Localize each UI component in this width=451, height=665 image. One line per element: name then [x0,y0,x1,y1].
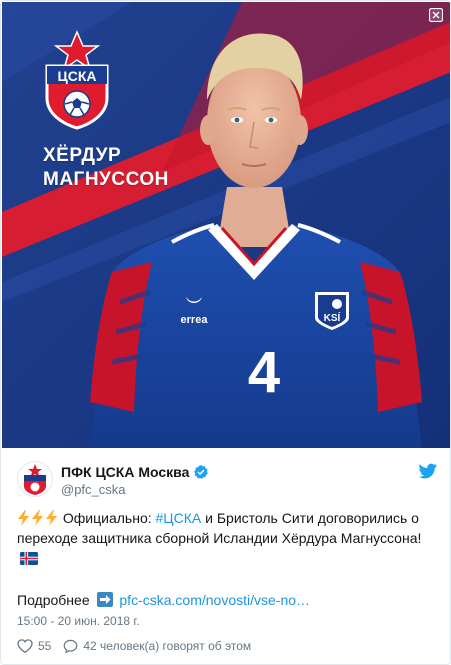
more-label: Подробнее [17,592,90,608]
like-button[interactable]: 55 [17,639,51,653]
svg-text:errea: errea [181,314,209,326]
heart-icon [17,639,33,653]
player-last-name: МАГНУССОН [43,169,169,190]
expand-icon[interactable] [429,8,443,22]
player-first-name: ХЁРДУР [43,145,122,166]
zap-icon [18,510,29,526]
twitter-bird-icon[interactable] [419,463,437,479]
right-arrow-icon [96,592,113,607]
more-info-line: Подробнее pfc-cska.com/novosti/vse-no… [17,591,310,609]
transfer-announcement-graphic: errea KSÍ 4 ЦСКА [2,2,450,448]
article-link[interactable]: pfc-cska.com/novosti/vse-no… [119,592,310,608]
avatar[interactable] [17,461,53,497]
like-count: 55 [38,639,52,653]
tweet-media-image[interactable]: errea KSÍ 4 ЦСКА ХЁРДУР МАГНУССОН [2,2,450,448]
verified-icon [194,465,209,479]
author-name[interactable]: ПФК ЦСКА Москва [61,464,209,480]
tweet-card: errea KSÍ 4 ЦСКА ХЁРДУР МАГНУССОН ПФК ЦС… [0,0,451,665]
tweet-actions: 55 42 человек(а) говорят об этом [17,637,263,655]
hashtag-link[interactable]: #ЦСКА [156,510,202,526]
iceland-flag-icon [20,552,38,565]
author-handle[interactable]: @pfc_cska [61,482,126,497]
cska-crest-icon: ЦСКА [45,30,109,130]
tweet-author: ПФК ЦСКА Москва @pfc_cska [17,459,437,499]
jersey-number: 4 [248,340,280,405]
zap-icon [46,510,57,526]
tweet-intro-text: Официально: [62,510,156,526]
conversation-button[interactable]: 42 человек(а) говорят об этом [63,639,251,653]
speech-bubble-icon [63,639,78,653]
author-display-name[interactable]: ПФК ЦСКА Москва [61,464,189,480]
svg-text:KSÍ: KSÍ [324,311,341,324]
svg-text:ЦСКА: ЦСКА [58,68,97,84]
talking-count: 42 человек(а) говорят об этом [83,639,252,653]
cska-avatar-icon [24,464,46,495]
tweet-timestamp[interactable]: 15:00 - 20 июн. 2018 г. [17,614,140,628]
tweet-text: Официально: #ЦСКА и Бристоль Сити догово… [17,508,437,568]
zap-icon [32,510,43,526]
